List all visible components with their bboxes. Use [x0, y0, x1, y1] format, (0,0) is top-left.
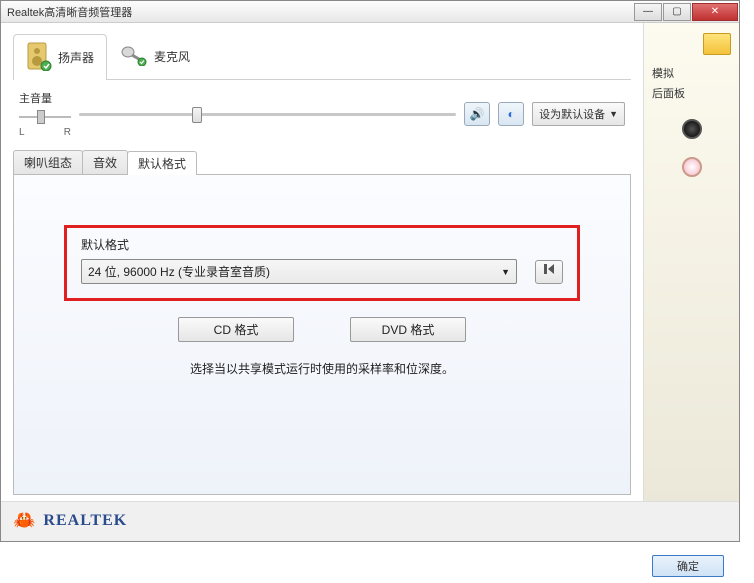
- app-window: Realtek高清晰音频管理器 — ▢ ✕ 扬声器 麦克风: [0, 0, 740, 542]
- microphone-icon: [120, 44, 148, 69]
- tab-microphone-label: 麦克风: [154, 48, 190, 65]
- ok-button[interactable]: 确定: [652, 555, 724, 577]
- rear-panel-label: 后面板: [652, 85, 731, 101]
- close-button[interactable]: ✕: [692, 3, 738, 21]
- default-format-label: 默认格式: [81, 236, 563, 253]
- device-tabs: 扬声器 麦克风: [13, 33, 631, 80]
- side-panel: 模拟 后面板: [643, 23, 739, 501]
- test-play-button[interactable]: [535, 260, 563, 284]
- maximize-button[interactable]: ▢: [663, 3, 691, 21]
- analog-label: 模拟: [652, 65, 731, 81]
- folder-icon[interactable]: [703, 33, 731, 55]
- chevron-down-icon: ▼: [609, 109, 618, 119]
- virtual-surround-button[interactable]: ◐: [498, 102, 524, 126]
- subtab-sound-effect[interactable]: 音效: [82, 150, 128, 174]
- subtab-default-format[interactable]: 默认格式: [127, 151, 197, 175]
- minimize-button[interactable]: —: [634, 3, 662, 21]
- realtek-brand: REALTEK: [43, 512, 127, 530]
- jack-line-out[interactable]: [682, 119, 702, 139]
- sub-tabs: 喇叭组态 音效 默认格式: [13, 150, 631, 175]
- main-volume-label: 主音量: [19, 90, 59, 106]
- dvd-format-button[interactable]: DVD 格式: [350, 317, 466, 342]
- dropdown-arrow-icon: ▼: [501, 267, 510, 277]
- tab-speaker-label: 扬声器: [58, 49, 94, 66]
- tab-microphone[interactable]: 麦克风: [107, 33, 203, 79]
- balance-right-label: R: [64, 127, 71, 138]
- highlight-box: 默认格式 24 位, 96000 Hz (专业录音室音质) ▼: [64, 225, 580, 301]
- cd-format-button[interactable]: CD 格式: [178, 317, 294, 342]
- tab-speaker[interactable]: 扬声器: [13, 34, 107, 80]
- set-default-device-button[interactable]: 设为默认设备 ▼: [532, 102, 625, 126]
- set-default-label: 设为默认设备: [539, 106, 605, 122]
- titlebar: Realtek高清晰音频管理器 — ▢ ✕: [1, 1, 739, 23]
- format-selected-value: 24 位, 96000 Hz (专业录音室音质): [88, 263, 270, 280]
- surround-icon: ◐: [507, 107, 514, 121]
- play-icon: [542, 262, 556, 281]
- volume-row: 主音量 L R 🔊: [19, 90, 625, 138]
- balance-control[interactable]: L R: [19, 108, 71, 138]
- volume-slider[interactable]: [79, 104, 456, 124]
- balance-left-label: L: [19, 127, 25, 138]
- jack-mic-in[interactable]: [682, 157, 702, 177]
- subtab-speaker-config[interactable]: 喇叭组态: [13, 150, 83, 174]
- mute-button[interactable]: 🔊: [464, 102, 490, 126]
- format-dropdown[interactable]: 24 位, 96000 Hz (专业录音室音质) ▼: [81, 259, 517, 284]
- realtek-crab-icon: 🦀: [13, 510, 35, 531]
- default-format-panel: 默认格式 24 位, 96000 Hz (专业录音室音质) ▼: [13, 175, 631, 495]
- window-title: Realtek高清晰音频管理器: [7, 4, 132, 20]
- footer: 🦀 REALTEK: [1, 501, 739, 541]
- format-hint-text: 选择当以共享模式运行时使用的采样率和位深度。: [54, 360, 590, 377]
- sound-icon: 🔊: [470, 107, 485, 121]
- speaker-icon: [26, 41, 52, 74]
